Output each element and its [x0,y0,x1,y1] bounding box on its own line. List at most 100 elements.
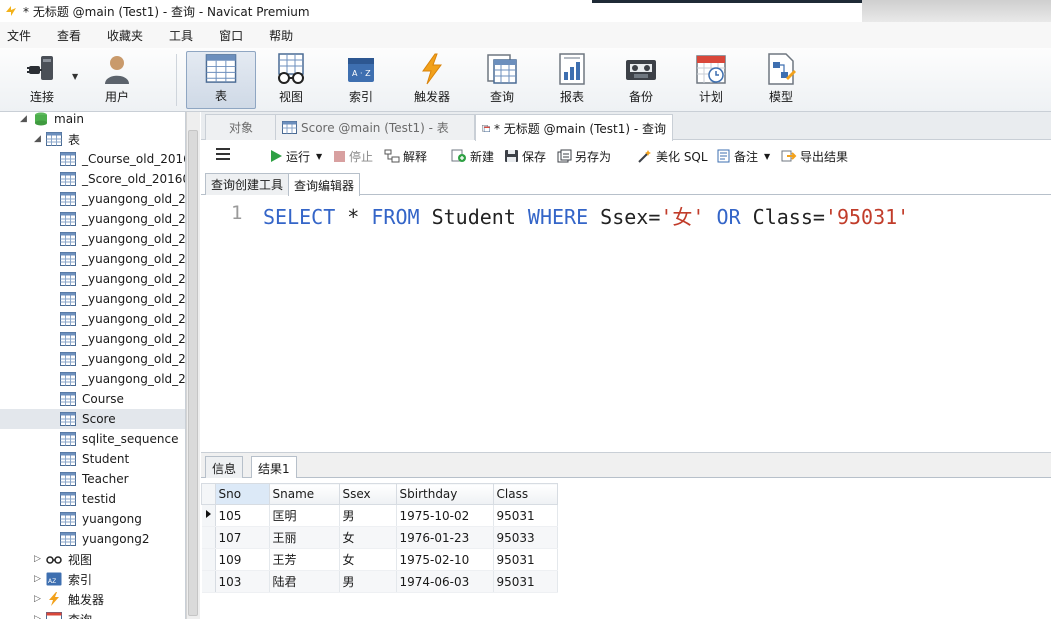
tab-objects[interactable]: 对象 [205,114,277,140]
tab-info[interactable]: 信息 [205,456,244,479]
table-row[interactable]: 103 陆君男 1974-06-03 95031 [201,570,558,593]
connect-button[interactable]: 连接 [14,51,70,109]
tree-table-item[interactable]: testid [0,489,185,509]
index-button[interactable]: A · Z 索引 [332,51,390,109]
collapse-icon[interactable]: ◢ [34,134,41,144]
view-button[interactable]: 视图 [262,51,320,109]
table-cell[interactable]: 1976-01-23 [396,526,494,549]
tree-table-item[interactable]: _yuangong_old_20 [0,269,185,289]
table-cell[interactable]: 陆君 [269,570,340,593]
report-button[interactable]: 报表 [543,51,601,109]
comment-dropdown-icon[interactable]: ▼ [764,152,770,161]
tab-result-1[interactable]: 结果1 [251,456,297,480]
tree-database-main[interactable]: ◢ main [0,112,185,129]
table-cell[interactable]: 1975-02-10 [396,548,494,571]
run-dropdown-icon[interactable]: ▼ [316,152,322,161]
tree-table-item[interactable]: Student [0,449,185,469]
tab-score-table[interactable]: Score @main (Test1) - 表 [275,114,475,140]
stop-button[interactable]: 停止 [333,147,373,165]
column-header[interactable]: Class [492,483,558,505]
comment-button[interactable]: 备注 ▼ [717,147,770,165]
expand-icon[interactable]: ▷ [34,614,41,619]
tree-table-item[interactable]: _Score_old_20160 [0,169,185,189]
tree-tables-group[interactable]: ◢ 表 [0,129,185,149]
column-header[interactable]: Sname [268,483,340,505]
menu-help[interactable]: 帮助 [269,27,293,44]
table-cell[interactable]: 105 [215,504,270,527]
tree-triggers-group[interactable]: ▷ 触发器 [0,589,185,609]
table-cell[interactable]: 107 [215,526,270,549]
user-button[interactable]: 用户 [92,51,142,109]
table-cell[interactable]: 103 [215,570,270,593]
tree-queries-group[interactable]: ▷ 查询 [0,609,185,619]
tree-table-item[interactable]: _yuangong_old_20 [0,349,185,369]
result-grid[interactable]: Sno Sname Ssex Sbirthday Class 105 匡明男 197… [201,478,1051,619]
query-button[interactable]: 查询 [473,51,531,109]
table-cell[interactable]: 95031 [493,504,558,527]
table-cell[interactable]: 男 [339,570,397,593]
column-header[interactable]: Ssex [338,483,397,505]
tab-query[interactable]: * 无标题 @main (Test1) - 查询 [475,114,673,141]
column-header[interactable]: Sno [214,483,270,505]
model-button[interactable]: 模型 [752,51,810,109]
explain-button[interactable]: 解释 [384,147,427,165]
table-cell[interactable]: 王芳 [269,548,340,571]
table-row[interactable]: 105 匡明男 1975-10-02 95031 [201,504,558,527]
expand-icon[interactable]: ▷ [34,594,41,604]
table-cell[interactable]: 95033 [493,526,558,549]
tab-query-editor[interactable]: 查询编辑器 [288,173,361,196]
run-button[interactable]: 运行 ▼ [269,147,322,165]
menu-window[interactable]: 窗口 [219,27,243,44]
trigger-button[interactable]: 触发器 [403,51,461,109]
table-cell[interactable]: 95031 [493,548,558,571]
schedule-button[interactable]: 计划 [682,51,740,109]
table-button[interactable]: 表 [186,51,256,109]
tree-table-item[interactable]: _yuangong_old_20 [0,369,185,389]
tree-table-item[interactable]: _yuangong_old_20 [0,329,185,349]
tree-table-item[interactable]: Score [0,409,185,429]
tree-table-item[interactable]: yuangong [0,509,185,529]
tree-table-item[interactable]: _yuangong_old_20 [0,189,185,209]
save-as-button[interactable]: 另存为 [557,147,611,165]
tab-query-builder[interactable]: 查询创建工具 [205,173,290,195]
table-cell[interactable]: 女 [339,526,397,549]
tree-table-item[interactable]: Course [0,389,185,409]
beautify-sql-button[interactable]: 美化 SQL [637,147,708,165]
sql-editor[interactable]: 1 SELECT * FROM Student WHERE Ssex='女' O… [201,196,1051,452]
menu-tools[interactable]: 工具 [169,27,193,44]
table-cell[interactable]: 匡明 [269,504,340,527]
tree-indexes-group[interactable]: ▷ AZ 索引 [0,569,185,589]
table-cell[interactable]: 王丽 [269,526,340,549]
expand-icon[interactable]: ▷ [34,554,41,564]
export-results-button[interactable]: 导出结果 [781,147,848,165]
tree-views-group[interactable]: ▷ 视图 [0,549,185,569]
new-query-button[interactable]: 新建 [451,147,494,165]
column-header[interactable]: Sbirthday [395,483,494,505]
table-cell[interactable]: 95031 [493,570,558,593]
backup-button[interactable]: 备份 [612,51,670,109]
menu-hamburger-icon[interactable] [216,148,230,160]
sidebar-scrollbar-thumb[interactable] [188,130,198,616]
tree-table-item[interactable]: Teacher [0,469,185,489]
menu-file[interactable]: 文件 [7,27,31,44]
table-cell[interactable]: 109 [215,548,270,571]
tree-table-item[interactable]: sqlite_sequence [0,429,185,449]
collapse-icon[interactable]: ◢ [20,114,27,124]
sql-code-line[interactable]: SELECT * FROM Student WHERE Ssex='女' OR … [263,201,909,230]
table-cell[interactable]: 男 [339,504,397,527]
table-row[interactable]: 107 王丽女 1976-01-23 95033 [201,526,558,549]
save-button[interactable]: 保存 [504,147,546,165]
tree-table-item[interactable]: _yuangong_old_20 [0,289,185,309]
menu-favorites[interactable]: 收藏夹 [107,27,143,44]
tree-table-item[interactable]: _yuangong_old_20 [0,249,185,269]
tree-table-item[interactable]: _yuangong_old_20 [0,209,185,229]
table-cell[interactable]: 女 [339,548,397,571]
table-cell[interactable]: 1975-10-02 [396,504,494,527]
tree-table-item[interactable]: _Course_old_2016 [0,149,185,169]
connect-dropdown-icon[interactable]: ▼ [72,72,78,81]
tree-table-item[interactable]: _yuangong_old_20 [0,229,185,249]
menu-view[interactable]: 查看 [57,27,81,44]
table-row[interactable]: 109 王芳女 1975-02-10 95031 [201,548,558,571]
table-cell[interactable]: 1974-06-03 [396,570,494,593]
tree-table-item[interactable]: yuangong2 [0,529,185,549]
